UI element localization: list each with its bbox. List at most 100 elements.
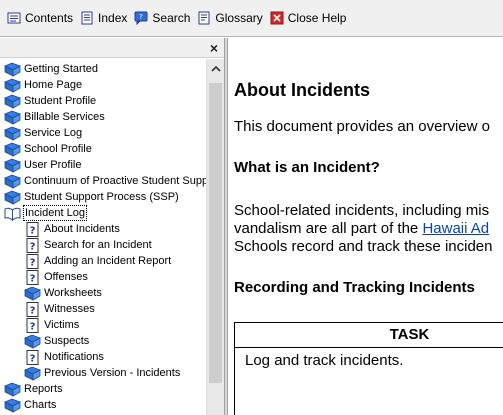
- scroll-up-icon[interactable]: [207, 59, 225, 77]
- search-icon: ?: [134, 11, 148, 25]
- tree-item-label: Continuum of Proactive Student Suppo: [24, 175, 208, 187]
- tree-item-label: Billable Services: [24, 111, 105, 123]
- paragraph-line-3: Schools record and track these inciden: [234, 238, 493, 255]
- help-page-icon: ?: [24, 237, 41, 253]
- book-icon: [24, 286, 41, 301]
- tree-item-label: Offenses: [44, 271, 88, 283]
- tree-item-label: Notifications: [44, 351, 104, 363]
- book-icon: [4, 174, 21, 189]
- tree-item-offenses[interactable]: ? Offenses: [24, 269, 88, 285]
- tree-item-service-log[interactable]: Service Log: [4, 125, 82, 141]
- tree-item-label: Suspects: [44, 335, 90, 347]
- help-toolbar: Contents Index ? Search Glossary Close H…: [0, 0, 503, 37]
- svg-text:?: ?: [30, 321, 36, 332]
- tree-item-label: Getting Started: [24, 63, 98, 75]
- book-icon: [4, 110, 21, 125]
- help-page-icon: ?: [24, 221, 41, 237]
- contents-icon: [7, 11, 21, 25]
- tree-item-student-profile[interactable]: Student Profile: [4, 93, 96, 109]
- tree-item-label: Student Support Process (SSP): [24, 191, 179, 203]
- glossary-button[interactable]: Glossary: [197, 7, 263, 29]
- tree-item-charts[interactable]: Charts: [4, 397, 56, 413]
- index-icon: [80, 11, 94, 25]
- book-icon: [4, 62, 21, 77]
- tree-item-getting-started[interactable]: Getting Started: [4, 61, 98, 77]
- contents-label: Contents: [25, 11, 74, 25]
- glossary-label: Glossary: [215, 11, 263, 25]
- scroll-thumb[interactable]: [209, 83, 222, 383]
- contents-tree: Getting Started Home Page Student Profile B…: [0, 59, 208, 415]
- tree-item-home-page[interactable]: Home Page: [4, 77, 82, 93]
- index-button[interactable]: Index: [80, 7, 127, 29]
- tree-item-search-for-an-incident[interactable]: ? Search for an Incident: [24, 237, 152, 253]
- navigation-pane: × Getting Started Home Page Student Profil…: [0, 38, 226, 415]
- book-icon: [4, 158, 21, 173]
- tree-item-label: Previous Version - Incidents: [44, 367, 181, 379]
- tree-item-label: User Profile: [24, 159, 82, 171]
- task-table-header: TASK: [235, 323, 503, 348]
- svg-text:?: ?: [30, 257, 36, 268]
- book-icon: [4, 142, 21, 157]
- book-icon: [4, 398, 21, 413]
- tree-item-label: Service Log: [24, 127, 83, 139]
- pane-header: ×: [0, 38, 226, 58]
- tree-item-label: Adding an Incident Report: [44, 255, 172, 267]
- paragraph-line-2: vandalism are all part of the Hawaii Ad: [234, 220, 489, 237]
- tree-item-label: Student Profile: [24, 95, 97, 107]
- tree-item-incident-log[interactable]: Incident Log: [4, 205, 87, 221]
- svg-text:?: ?: [30, 353, 36, 364]
- book-icon: [4, 94, 21, 109]
- close-help-label: Close Help: [287, 11, 347, 25]
- book-icon: [4, 190, 21, 205]
- tree-item-label: Search for an Incident: [44, 239, 152, 251]
- hawaii-link[interactable]: Hawaii Ad: [422, 220, 489, 237]
- book-icon: [24, 366, 41, 381]
- paragraph-line-2-text: vandalism are all part of the: [234, 220, 423, 237]
- paragraph-line-1: School-related incidents, including mis: [234, 202, 490, 219]
- tree-item-suspects[interactable]: Suspects: [24, 333, 89, 349]
- tree-item-previous-version-incidents[interactable]: Previous Version - Incidents: [24, 365, 180, 381]
- help-content: About Incidents This document provides a…: [228, 38, 503, 415]
- svg-text:?: ?: [30, 273, 36, 284]
- tree-item-user-profile[interactable]: User Profile: [4, 157, 81, 173]
- glossary-icon: [197, 11, 211, 25]
- page-title: About Incidents: [234, 80, 370, 100]
- svg-text:?: ?: [30, 305, 36, 316]
- tree-item-label: About Incidents: [44, 223, 120, 235]
- help-page-icon: ?: [24, 269, 41, 285]
- intro-text: This document provides an overview o: [234, 118, 490, 135]
- tree-item-worksheets[interactable]: Worksheets: [24, 285, 102, 301]
- close-pane-icon[interactable]: ×: [210, 39, 218, 57]
- task-table-cell: Log and track incidents.: [245, 352, 404, 369]
- svg-text:?: ?: [140, 13, 144, 21]
- help-page-icon: ?: [24, 349, 41, 365]
- tree-item-billable-services[interactable]: Billable Services: [4, 109, 105, 125]
- tree-item-label: Victims: [44, 319, 80, 331]
- tree-item-about-incidents[interactable]: ? About Incidents: [24, 221, 120, 237]
- close-help-button[interactable]: Close Help: [270, 7, 347, 29]
- tree-item-reports[interactable]: Reports: [4, 381, 63, 397]
- tree-item-label: Reports: [24, 383, 63, 395]
- tree-item-label: Incident Log: [23, 205, 87, 221]
- tree-item-continuum-of-proactive-student-suppo[interactable]: Continuum of Proactive Student Suppo: [4, 173, 208, 189]
- tree-scrollbar[interactable]: [206, 59, 224, 415]
- book-icon: [4, 78, 21, 93]
- section-heading-record: Recording and Tracking Incidents: [234, 279, 475, 296]
- search-label: Search: [152, 11, 191, 25]
- book-icon: [24, 334, 41, 349]
- tree-item-student-support-process-ssp[interactable]: Student Support Process (SSP): [4, 189, 179, 205]
- tree-item-victims[interactable]: ? Victims: [24, 317, 79, 333]
- tree-item-witnesses[interactable]: ? Witnesses: [24, 301, 95, 317]
- help-page-icon: ?: [24, 253, 41, 269]
- tree-item-adding-an-incident-report[interactable]: ? Adding an Incident Report: [24, 253, 171, 269]
- close-help-icon: [270, 11, 284, 25]
- tree-item-notifications[interactable]: ? Notifications: [24, 349, 104, 365]
- tree-item-school-profile[interactable]: School Profile: [4, 141, 92, 157]
- svg-text:?: ?: [30, 241, 36, 252]
- tree-item-label: Charts: [24, 399, 57, 411]
- contents-button[interactable]: Contents: [7, 7, 73, 29]
- section-heading-what: What is an Incident?: [234, 159, 380, 176]
- task-table: TASK Log and track incidents.: [234, 322, 503, 415]
- search-button[interactable]: ? Search: [134, 7, 190, 29]
- help-page-icon: ?: [24, 301, 41, 317]
